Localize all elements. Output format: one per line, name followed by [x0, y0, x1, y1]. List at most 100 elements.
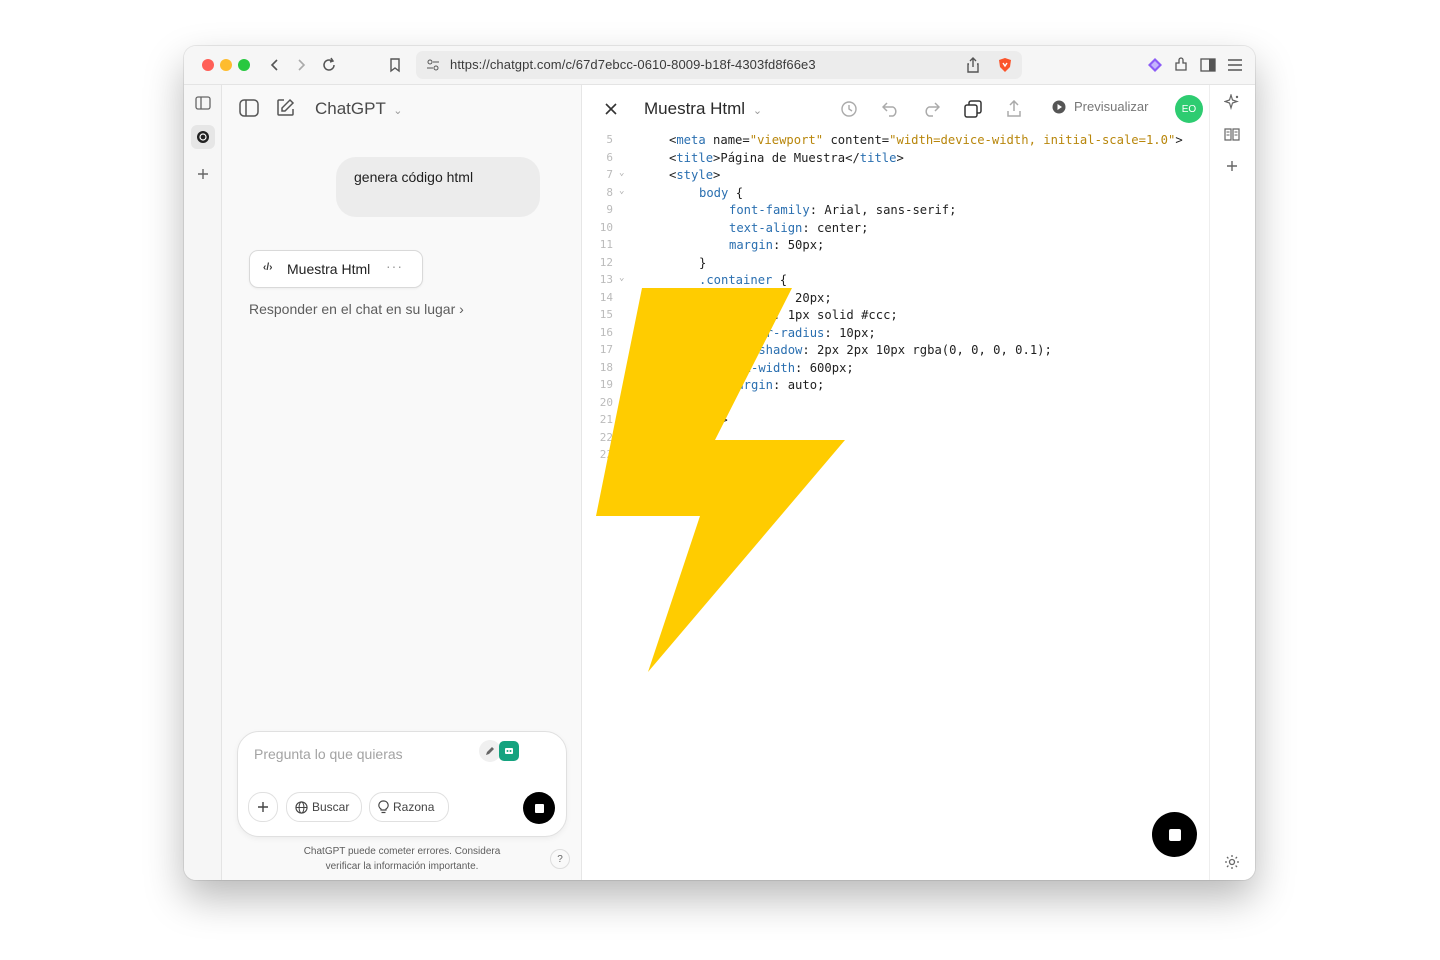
attach-button[interactable]: [248, 792, 278, 822]
extensions-icon[interactable]: [1170, 54, 1192, 76]
composer-tools: [479, 740, 519, 762]
fold-chevron-icon[interactable]: ⌄: [619, 186, 624, 196]
line-number: 5: [606, 133, 613, 146]
history-icon[interactable]: [838, 98, 860, 120]
preview-label: Previsualizar: [1074, 99, 1149, 114]
canvas-editor: Muestra Html ⌄ Previsualizar EO 5 <meta n…: [582, 85, 1214, 880]
code-line: padding: 20px;: [729, 290, 832, 305]
help-button[interactable]: ?: [550, 849, 570, 869]
artifact-card-label: Muestra Html: [287, 261, 371, 277]
canvas-title-selector[interactable]: Muestra Html ⌄: [644, 99, 762, 119]
line-number: 19: [599, 378, 613, 391]
menu-icon[interactable]: [1224, 54, 1246, 76]
reload-icon[interactable]: [318, 54, 340, 76]
line-number: 13: [599, 273, 613, 286]
minimize-window-button[interactable]: [220, 59, 232, 71]
disclaimer-line-1: ChatGPT puede cometer errores. Considera: [303, 846, 501, 857]
sidebar-toggle-icon[interactable]: [1197, 54, 1219, 76]
chat-composer: Pregunta lo que quieras Buscar Razona: [237, 731, 567, 837]
redo-icon[interactable]: [920, 98, 942, 120]
artifact-card[interactable]: ‹/› Muestra Html ···: [249, 250, 423, 288]
copy-icon[interactable]: [962, 98, 984, 120]
prompt-input[interactable]: Pregunta lo que quieras: [254, 746, 403, 762]
code-line: margin: auto;: [729, 378, 825, 392]
undo-icon[interactable]: [880, 98, 902, 120]
stop-icon: [534, 803, 544, 813]
fold-chevron-icon[interactable]: ⌄: [619, 168, 624, 178]
new-chat-icon[interactable]: [276, 98, 295, 122]
line-number: 6: [606, 150, 613, 164]
settings-gear-icon[interactable]: [1221, 851, 1243, 873]
code-line: <meta name="viewport" content="width=dev…: [669, 133, 1183, 147]
chatgpt-favicon-icon[interactable]: [191, 125, 215, 149]
code-line: max-width: 600px;: [729, 360, 854, 375]
share-icon[interactable]: [1003, 98, 1025, 120]
reason-button-label: Razona: [393, 800, 435, 814]
canvas-title: Muestra Html: [644, 99, 746, 118]
edit-icon[interactable]: [479, 740, 501, 762]
line-number: 20: [599, 395, 613, 409]
more-options-icon[interactable]: ···: [386, 258, 403, 274]
line-number: 14: [599, 290, 613, 304]
line-number: 21: [599, 413, 613, 426]
line-number: 23: [599, 448, 613, 461]
code-line: box-shadow: 2px 2px 10px rgba(0, 0, 0, 0…: [729, 343, 1052, 357]
line-number: 15: [599, 308, 613, 321]
back-arrow-icon[interactable]: [264, 54, 286, 76]
share-icon[interactable]: [964, 56, 982, 74]
plus-icon: [258, 802, 268, 812]
line-number: 10: [599, 220, 613, 234]
respond-in-chat-link[interactable]: Responder en el chat en su lugar ›: [249, 301, 464, 317]
reason-button[interactable]: Razona: [369, 792, 449, 822]
stop-generating-button[interactable]: [523, 792, 555, 824]
app-title: ChatGPT: [315, 99, 386, 118]
toggle-sidebar-icon[interactable]: [239, 99, 259, 122]
play-icon: [1052, 100, 1066, 113]
forward-arrow-icon[interactable]: [290, 54, 312, 76]
sidebar-panel-icon[interactable]: [191, 91, 215, 115]
browser-toolbar: https://chatgpt.com/c/67d7ebcc-0610-8009…: [184, 46, 1255, 85]
code-line: font-family: Arial, sans-serif;: [729, 203, 957, 217]
code-editor[interactable]: 5 <meta name="viewport" content="width=de…: [582, 131, 1209, 880]
ai-sparkle-icon[interactable]: [1221, 91, 1243, 113]
avatar[interactable]: EO: [1175, 95, 1203, 123]
address-bar[interactable]: https://chatgpt.com/c/67d7ebcc-0610-8009…: [416, 51, 1022, 79]
user-message-text: genera código html: [354, 169, 474, 185]
code-line: body {: [699, 185, 744, 200]
chevron-down-icon: ⌄: [393, 105, 403, 117]
maximize-window-button[interactable]: [238, 59, 250, 71]
bookmark-icon[interactable]: [384, 54, 406, 76]
browser-sidebar: [184, 85, 222, 880]
close-icon[interactable]: [600, 98, 622, 120]
code-line: margin: 50px;: [729, 238, 825, 252]
model-selector[interactable]: ChatGPT ⌄: [315, 99, 403, 119]
close-window-button[interactable]: [202, 59, 214, 71]
fold-chevron-icon[interactable]: ⌄: [619, 273, 624, 283]
code-line: <title>Página de Muestra</title>: [669, 150, 904, 165]
stop-button[interactable]: [1152, 812, 1197, 857]
reader-mode-icon[interactable]: [1221, 123, 1243, 145]
add-icon[interactable]: [1221, 155, 1243, 177]
code-line: }: [699, 255, 707, 270]
line-number: 8: [606, 185, 613, 199]
code-line: border: 1px solid #ccc;: [729, 308, 898, 322]
search-button-label: Buscar: [312, 800, 350, 814]
add-panel-icon[interactable]: [191, 162, 215, 186]
leo-ai-icon[interactable]: [1144, 54, 1166, 76]
line-number: 22: [599, 430, 613, 444]
globe-icon: [295, 800, 308, 814]
line-number: 12: [599, 255, 613, 269]
grammarly-icon[interactable]: [499, 741, 519, 761]
line-number: 16: [599, 325, 613, 339]
preview-button[interactable]: Previsualizar: [1052, 99, 1148, 114]
brave-shield-icon[interactable]: [996, 56, 1014, 74]
disclaimer: ChatGPT puede cometer errores. Considera…: [282, 844, 522, 874]
search-button[interactable]: Buscar: [286, 792, 362, 822]
disclaimer-line-2: verificar la información importante.: [325, 861, 479, 872]
chevron-down-icon: ⌄: [752, 105, 763, 117]
lightbulb-icon: [378, 800, 389, 814]
line-number: 17: [599, 343, 613, 356]
chat-pane: ChatGPT ⌄ genera código html ‹/› Muestra…: [222, 85, 582, 880]
site-settings-icon[interactable]: [424, 56, 442, 74]
url-text[interactable]: https://chatgpt.com/c/67d7ebcc-0610-8009…: [450, 57, 816, 72]
